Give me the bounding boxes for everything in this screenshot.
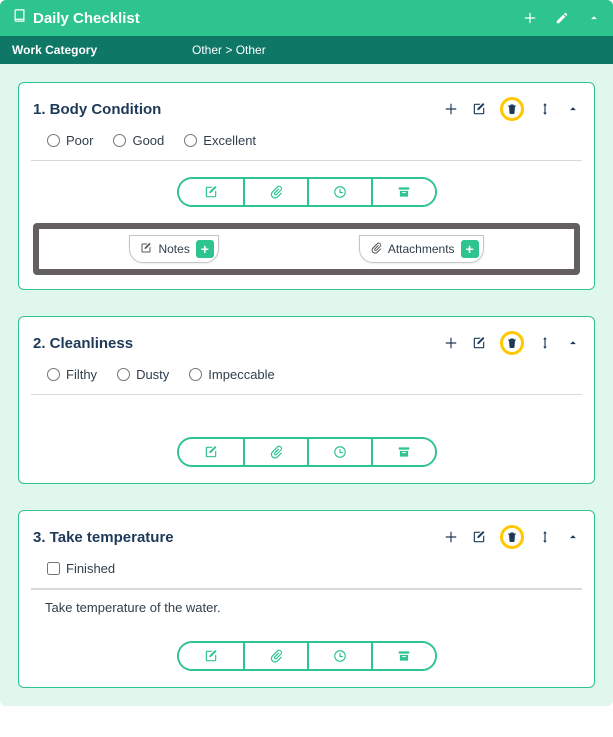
notes-pill[interactable]: Notes + (129, 235, 218, 263)
segmented-toolbar (177, 641, 437, 671)
attachment-icon (370, 242, 382, 257)
titlebar-left: Daily Checklist (12, 8, 140, 28)
option[interactable]: Filthy (47, 367, 97, 382)
toolbar-clock-button[interactable] (307, 643, 371, 669)
option-input[interactable] (47, 134, 60, 147)
card-collapse-button[interactable] (566, 102, 580, 116)
question-title: 3. Take temperature (33, 529, 174, 546)
chevron-up-icon[interactable] (587, 11, 601, 25)
card-delete-button[interactable] (500, 97, 524, 121)
card-add-button[interactable] (444, 336, 458, 350)
checklist-body: 1. Body Condition Poor Good Excellent Notes +… (0, 64, 613, 706)
option[interactable]: Excellent (184, 133, 256, 148)
toolbar-edit-button[interactable] (179, 179, 243, 205)
question-title: 2. Cleanliness (33, 335, 133, 352)
notes-attachments-bar: Notes + Attachments + (33, 223, 580, 275)
option[interactable]: Poor (47, 133, 93, 148)
options-row: Finished (19, 549, 594, 588)
attachments-pill[interactable]: Attachments + (359, 235, 484, 263)
work-category-label: Work Category (12, 43, 192, 57)
card-actions (444, 331, 580, 355)
card-header: 3. Take temperature (19, 511, 594, 549)
option-input[interactable] (184, 134, 197, 147)
attachments-label: Attachments (388, 242, 455, 256)
edit-icon (140, 242, 152, 257)
option-input[interactable] (47, 368, 60, 381)
card-delete-button[interactable] (500, 331, 524, 355)
title-text: Daily Checklist (33, 10, 140, 27)
card-actions (444, 525, 580, 549)
card-header: 1. Body Condition (19, 83, 594, 121)
attachments-add-icon[interactable]: + (461, 240, 479, 258)
question-card: 1. Body Condition Poor Good Excellent Notes +… (18, 82, 595, 290)
card-add-button[interactable] (444, 530, 458, 544)
question-toolbar (19, 625, 594, 687)
toolbar-edit-button[interactable] (179, 643, 243, 669)
toolbar-archive-button[interactable] (371, 179, 435, 205)
spacer (19, 395, 594, 421)
card-reorder-handle[interactable] (538, 336, 552, 350)
option-label: Poor (66, 133, 93, 148)
notes-label: Notes (158, 242, 189, 256)
option-label: Filthy (66, 367, 97, 382)
toolbar-archive-button[interactable] (371, 439, 435, 465)
card-actions (444, 97, 580, 121)
breadcrumb: Other > Other (192, 43, 266, 57)
card-collapse-button[interactable] (566, 336, 580, 350)
option-input[interactable] (189, 368, 202, 381)
toolbar-attach-button[interactable] (243, 179, 307, 205)
option-input[interactable] (117, 368, 130, 381)
question-title: 1. Body Condition (33, 101, 161, 118)
toolbar-attach-button[interactable] (243, 439, 307, 465)
option-label: Finished (66, 561, 115, 576)
card-edit-button[interactable] (472, 530, 486, 544)
card-delete-button[interactable] (500, 525, 524, 549)
options-row: Filthy Dusty Impeccable (19, 355, 594, 394)
segmented-toolbar (177, 177, 437, 207)
titlebar-actions (523, 11, 601, 25)
options-row: Poor Good Excellent (19, 121, 594, 160)
option-label: Good (132, 133, 164, 148)
card-edit-button[interactable] (472, 336, 486, 350)
card-reorder-handle[interactable] (538, 102, 552, 116)
subheader: Work Category Other > Other (0, 36, 613, 64)
option-input[interactable] (113, 134, 126, 147)
option[interactable]: Impeccable (189, 367, 274, 382)
notes-add-icon[interactable]: + (196, 240, 214, 258)
option[interactable]: Good (113, 133, 164, 148)
option-label: Excellent (203, 133, 256, 148)
option[interactable]: Dusty (117, 367, 169, 382)
edit-icon[interactable] (555, 11, 569, 25)
card-reorder-handle[interactable] (538, 530, 552, 544)
toolbar-archive-button[interactable] (371, 643, 435, 669)
question-toolbar (19, 161, 594, 223)
question-card: 2. Cleanliness Filthy Dusty Impeccable (18, 316, 595, 484)
option-label: Impeccable (208, 367, 274, 382)
segmented-toolbar (177, 437, 437, 467)
option-label: Dusty (136, 367, 169, 382)
question-card: 3. Take temperature Finished Take temperat… (18, 510, 595, 688)
option-input[interactable] (47, 562, 60, 575)
toolbar-clock-button[interactable] (307, 439, 371, 465)
card-collapse-button[interactable] (566, 530, 580, 544)
question-description: Take temperature of the water. (31, 589, 582, 625)
app-root: Daily Checklist Work Category Other > Ot… (0, 0, 613, 706)
card-add-button[interactable] (444, 102, 458, 116)
card-header: 2. Cleanliness (19, 317, 594, 355)
question-toolbar (19, 421, 594, 483)
option[interactable]: Finished (47, 561, 115, 576)
toolbar-edit-button[interactable] (179, 439, 243, 465)
card-edit-button[interactable] (472, 102, 486, 116)
add-icon[interactable] (523, 11, 537, 25)
titlebar: Daily Checklist (0, 0, 613, 36)
toolbar-attach-button[interactable] (243, 643, 307, 669)
book-icon (12, 8, 27, 28)
toolbar-clock-button[interactable] (307, 179, 371, 205)
